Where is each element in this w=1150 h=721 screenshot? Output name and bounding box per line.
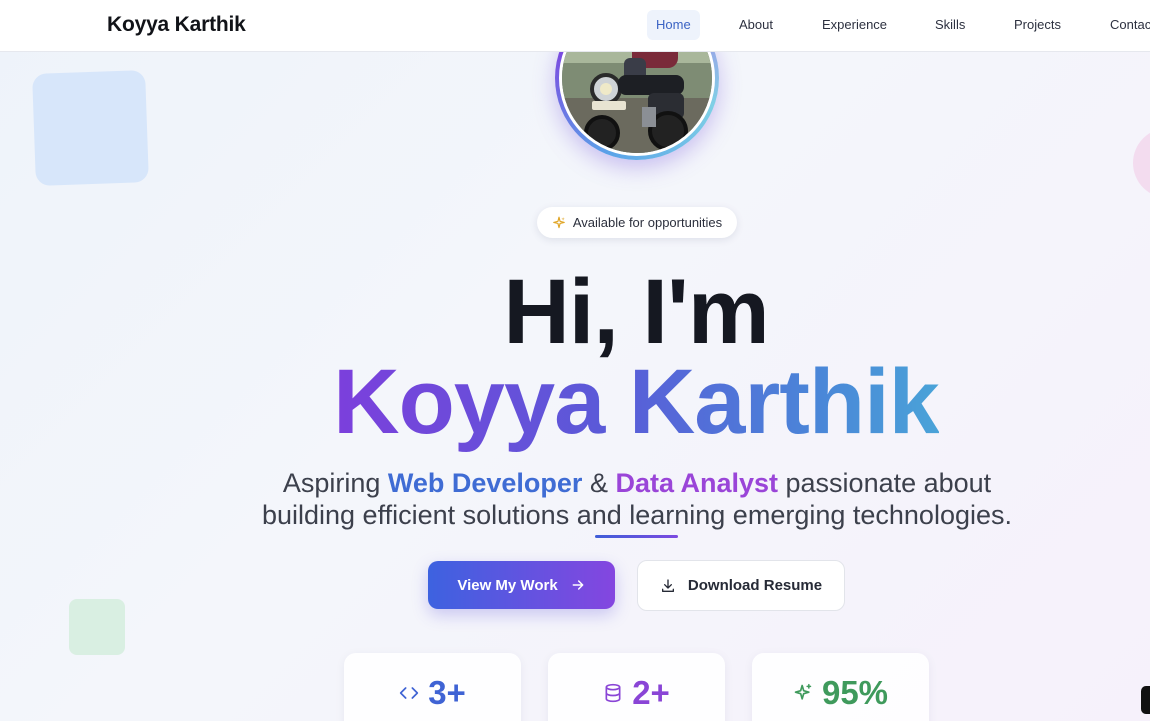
nav-item-contact[interactable]: Contac — [1110, 10, 1150, 40]
navbar: Koyya Karthik Home About Experience Skil… — [0, 0, 1150, 52]
nav-item-home[interactable]: Home — [647, 10, 700, 40]
download-resume-button[interactable]: Download Resume — [637, 560, 845, 611]
view-my-work-button[interactable]: View My Work — [428, 561, 615, 609]
availability-badge-text: Available for opportunities — [572, 215, 723, 230]
decorative-square-green — [69, 599, 125, 655]
decorative-circle-pink — [1133, 128, 1150, 198]
nav-item-projects[interactable]: Projects — [1014, 10, 1061, 40]
decorative-square-blue — [32, 70, 149, 186]
nav-item-about[interactable]: About — [739, 10, 773, 40]
tagline-role-web-developer: Web Developer — [387, 468, 583, 498]
tagline-role-data-analyst: Data Analyst — [615, 468, 779, 498]
stat-card-projects: 3+ — [344, 653, 521, 721]
stat-card-data: 2+ — [548, 653, 725, 721]
database-icon — [605, 683, 621, 703]
hero-name-text: Koyya Karthik — [333, 351, 940, 453]
download-resume-label: Download Resume — [687, 577, 823, 594]
tagline-prefix: Aspiring — [282, 468, 388, 498]
hero-tagline: Aspiring Web Developer & Data Analyst pa… — [237, 467, 1037, 531]
availability-badge: Available for opportunities — [537, 207, 737, 238]
nav-item-skills[interactable]: Skills — [935, 10, 965, 40]
sparkle-icon — [552, 216, 565, 228]
tagline-underline — [595, 535, 678, 538]
hero-greeting: Hi, I'm — [503, 261, 769, 363]
floating-widget[interactable] — [1141, 686, 1150, 714]
brand-logo[interactable]: Koyya Karthik — [107, 13, 246, 37]
download-icon — [661, 578, 674, 592]
arrow-right-icon — [572, 580, 584, 590]
stat-card-percentage: 95% — [752, 653, 929, 721]
stat-value: 95% — [821, 674, 889, 711]
code-icon — [400, 687, 419, 699]
stat-value: 2+ — [632, 674, 670, 711]
hero-name: Koyya Karthik — [0, 352, 1150, 452]
tagline-conjunction: & — [582, 468, 616, 498]
view-my-work-label: View My Work — [457, 576, 558, 594]
nav-item-experience[interactable]: Experience — [822, 10, 887, 40]
sparkle-icon — [794, 683, 812, 700]
stat-value: 3+ — [428, 674, 466, 711]
